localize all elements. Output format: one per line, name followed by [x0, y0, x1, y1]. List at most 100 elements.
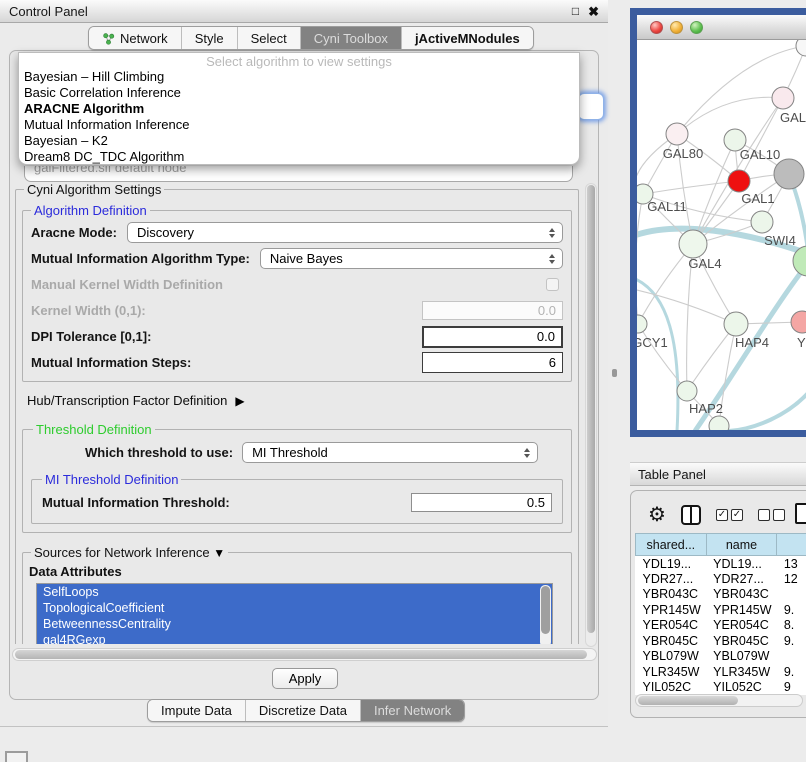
document-icon[interactable] [795, 503, 806, 524]
attribute-item-selfloops[interactable]: SelfLoops [37, 584, 552, 600]
network-selector-combo[interactable]: galFiltered.sif default node [24, 166, 573, 182]
manual-kernel-checkbox[interactable] [546, 278, 559, 291]
mi-threshold-input[interactable]: 0.5 [411, 493, 552, 512]
cell[interactable]: YBR043C [636, 587, 707, 603]
cell[interactable]: 9 [777, 680, 806, 696]
node-gal80[interactable] [666, 123, 688, 145]
cell[interactable]: YBR045C [706, 633, 777, 649]
cell[interactable]: YBR045C [636, 633, 707, 649]
node-gal-pink[interactable] [772, 87, 794, 109]
cell[interactable]: YDR27... [706, 571, 777, 587]
panel-splitter-handle[interactable] [612, 369, 617, 377]
cell[interactable]: YBL079W [706, 649, 777, 665]
cell[interactable]: YPR145W [706, 602, 777, 618]
dropdown-item-bayesian-hill[interactable]: Bayesian – Hill Climbing [19, 69, 579, 85]
column-header-shared[interactable]: shared... [636, 534, 707, 556]
mi-type-combo[interactable]: Naive Bayes [260, 248, 563, 269]
cell[interactable]: YIL052C [636, 680, 707, 696]
settings-vertical-scrollbar[interactable] [585, 183, 597, 647]
which-threshold-combo[interactable]: MI Threshold [242, 442, 538, 463]
node-y-salmon[interactable] [791, 311, 806, 333]
table-row[interactable]: YPR145WYPR145W9. [636, 602, 806, 618]
cell[interactable]: YBR043C [706, 587, 777, 603]
dropdown-item-aracne[interactable]: ARACNE Algorithm [19, 101, 579, 117]
columns-icon[interactable] [681, 505, 701, 525]
network-canvas[interactable]: GAL80 GAL10 GAL1 GAL11 SWI4 GAL4 HAP4 HA… [637, 40, 806, 430]
tab-style[interactable]: Style [182, 27, 238, 49]
mi-steps-input[interactable]: 6 [422, 352, 563, 373]
cell[interactable] [777, 587, 806, 603]
deselect-all-icon[interactable] [758, 509, 785, 521]
column-header-name[interactable]: name [706, 534, 777, 556]
attribute-item-betweenness[interactable]: BetweennessCentrality [37, 616, 552, 632]
node-gcy1[interactable] [637, 315, 647, 333]
table-horizontal-scrollbar[interactable] [635, 694, 803, 707]
dpi-tolerance-input[interactable]: 0.0 [422, 326, 563, 348]
kernel-width-input[interactable]: 0.0 [422, 301, 563, 320]
cell[interactable]: YBL079W [636, 649, 707, 665]
collapse-down-icon[interactable]: ▼ [213, 546, 225, 560]
node-hap2[interactable] [677, 381, 697, 401]
dropdown-item-bayesian-k2[interactable]: Bayesian – K2 [19, 133, 579, 149]
cell[interactable]: YDR27... [636, 571, 707, 587]
cell[interactable]: YIL052C [706, 680, 777, 696]
node-unlabeled-top[interactable] [796, 40, 806, 56]
node-gal4[interactable] [679, 230, 707, 258]
cell[interactable]: 8. [777, 618, 806, 634]
dropdown-item-basic-correlation[interactable]: Basic Correlation Inference [19, 85, 579, 101]
attribute-item-gal4rgexp[interactable]: gal4RGexp [37, 632, 552, 644]
node-gal1-red[interactable] [728, 170, 750, 192]
cell[interactable]: YLR345W [706, 664, 777, 680]
tab-network[interactable]: Network [89, 27, 182, 49]
tab-cyni-toolbox[interactable]: Cyni Toolbox [301, 27, 402, 49]
cell[interactable]: 9. [777, 602, 806, 618]
attribute-list-scrollbar[interactable] [540, 585, 551, 644]
cell[interactable] [777, 649, 806, 665]
dropdown-item-dream8[interactable]: Dream8 DC_TDC Algorithm [19, 149, 579, 165]
table-row[interactable]: YLR345WYLR345W9. [636, 664, 806, 680]
tab-jactivemnodules[interactable]: jActiveMNodules [402, 27, 533, 49]
cell[interactable]: 13 [777, 556, 806, 572]
table-row[interactable]: YDR27...YDR27...12 [636, 571, 806, 587]
float-window-icon[interactable]: □ [572, 5, 579, 17]
table-row[interactable]: YBL079WYBL079W [636, 649, 806, 665]
table-row[interactable]: YER054CYER054C8. [636, 618, 806, 634]
scrollbar-thumb[interactable] [15, 650, 587, 659]
window-minimize-button[interactable] [670, 21, 683, 34]
gear-icon[interactable]: ⚙ [648, 505, 666, 525]
node-hap4[interactable] [724, 312, 748, 336]
table-row[interactable]: YBR043CYBR043C [636, 587, 806, 603]
node-gray[interactable] [774, 159, 804, 189]
tab-discretize-data[interactable]: Discretize Data [246, 700, 361, 721]
cell[interactable]: YER054C [706, 618, 777, 634]
tab-select[interactable]: Select [238, 27, 301, 49]
table-row[interactable]: YBR045CYBR045C9. [636, 633, 806, 649]
cell[interactable]: 9. [777, 664, 806, 680]
scrollbar-thumb[interactable] [638, 696, 738, 705]
attribute-item-topological[interactable]: TopologicalCoefficient [37, 600, 552, 616]
settings-horizontal-scrollbar[interactable] [12, 648, 597, 661]
cell[interactable]: YPR145W [636, 602, 707, 618]
hub-definition-toggle[interactable]: Hub/Transcription Factor Definition ▶ [27, 393, 574, 408]
cell[interactable]: YDL19... [636, 556, 707, 572]
aracne-mode-combo[interactable]: Discovery [127, 222, 563, 243]
window-zoom-button[interactable] [690, 21, 703, 34]
node-swi4[interactable] [751, 211, 773, 233]
window-close-button[interactable] [650, 21, 663, 34]
dropdown-item-mutual-information[interactable]: Mutual Information Inference [19, 117, 579, 133]
close-icon[interactable]: ✖ [588, 5, 599, 18]
table-row[interactable]: YDL19...YDL19...13 [636, 556, 806, 572]
scrollbar-thumb[interactable] [541, 586, 550, 634]
cell[interactable]: YDL19... [706, 556, 777, 572]
table-row[interactable]: YIL052CYIL052C9 [636, 680, 806, 696]
apply-button[interactable]: Apply [272, 668, 338, 689]
cell[interactable]: YLR345W [636, 664, 707, 680]
scrollbar-thumb[interactable] [587, 185, 595, 633]
tab-infer-network[interactable]: Infer Network [361, 700, 464, 721]
cell[interactable]: YER054C [636, 618, 707, 634]
select-all-icon[interactable]: ✓ ✓ [716, 509, 743, 521]
tab-impute-data[interactable]: Impute Data [148, 700, 246, 721]
column-header-cut[interactable] [777, 534, 806, 556]
inference-algorithm-combo-fragment[interactable] [578, 93, 604, 120]
cell[interactable]: 9. [777, 633, 806, 649]
